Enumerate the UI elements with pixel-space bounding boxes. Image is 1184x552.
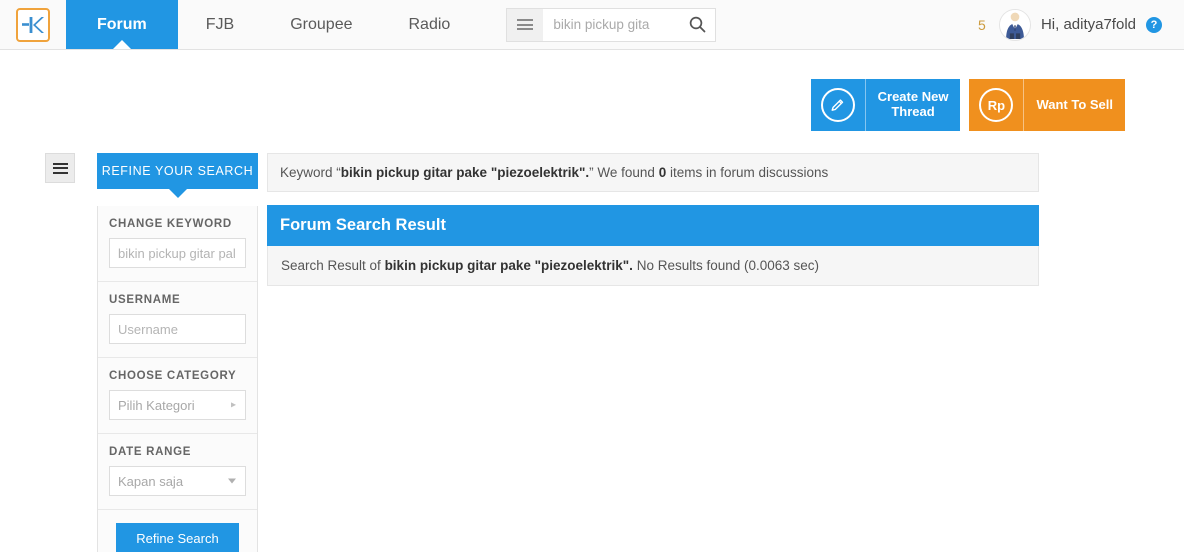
avatar[interactable]	[998, 8, 1031, 41]
chevron-right-icon: ▸	[230, 399, 236, 411]
notification-badge[interactable]: 5	[977, 17, 989, 33]
chevron-down-icon	[228, 478, 236, 484]
avatar-image	[999, 9, 1030, 39]
search-input-wrap	[543, 8, 680, 41]
nav-tab-radio[interactable]: Radio	[381, 0, 479, 49]
forum-search-result-title: Forum Search Result	[267, 205, 1039, 246]
nav-tab-forum[interactable]: Forum	[66, 0, 178, 49]
top-navigation-bar: Forum FJB Groupee Radio 5	[0, 0, 1184, 50]
search-submit-button[interactable]	[679, 8, 716, 41]
refine-search-sidebar: REFINE YOUR SEARCH CHANGE KEYWORD USERNA…	[97, 153, 258, 552]
keyword-middle: ” We found	[589, 165, 659, 180]
refine-search-header[interactable]: REFINE YOUR SEARCH	[97, 153, 258, 189]
filter-group-date-range: DATE RANGE Kapan saja	[98, 434, 257, 510]
user-greeting[interactable]: Hi, aditya7fold	[1041, 16, 1136, 33]
action-button-row: Create New Thread Rp Want To Sell	[0, 50, 1184, 131]
result-suffix: No Results found (0.0063 sec)	[632, 258, 820, 273]
search-input[interactable]	[551, 16, 672, 33]
keyword-term: bikin pickup gitar pake "piezoelektrik".	[340, 165, 590, 180]
nav-user-area: 5 Hi, aditya7fold ?	[977, 0, 1184, 49]
choose-category-label: CHOOSE CATEGORY	[109, 370, 237, 382]
nav-tab-groupee-label: Groupee	[290, 15, 353, 33]
refine-search-button[interactable]: Refine Search	[116, 523, 239, 552]
date-range-select[interactable]: Kapan saja	[109, 466, 246, 496]
filter-group-username: USERNAME	[98, 282, 257, 358]
refine-search-body: CHANGE KEYWORD USERNAME CHOOSE CATEGORY …	[97, 206, 258, 552]
nav-tab-forum-label: Forum	[97, 15, 147, 33]
keyword-summary-bar: Keyword “bikin pickup gitar pake "piezoe…	[267, 153, 1039, 192]
page-body: REFINE YOUR SEARCH CHANGE KEYWORD USERNA…	[0, 131, 1184, 552]
help-icon[interactable]: ?	[1146, 16, 1162, 33]
sidebar-toggle-button[interactable]	[45, 153, 75, 183]
want-to-sell-icon-wrap: Rp	[969, 79, 1023, 131]
create-new-thread-label: Create New Thread	[864, 79, 961, 131]
refine-search-footer: Refine Search	[98, 510, 257, 552]
want-to-sell-label: Want To Sell	[1023, 79, 1125, 131]
want-to-sell-button[interactable]: Rp Want To Sell	[969, 79, 1125, 131]
date-range-value: Kapan saja	[118, 473, 184, 489]
forum-search-result-body: Search Result of bikin pickup gitar pake…	[267, 246, 1039, 286]
choose-category-select[interactable]: Pilih Kategori ▸	[109, 390, 246, 420]
site-logo[interactable]	[0, 0, 66, 49]
username-input[interactable]	[109, 314, 246, 344]
filter-group-choose-category: CHOOSE CATEGORY Pilih Kategori ▸	[98, 358, 257, 434]
nav-tab-groupee[interactable]: Groupee	[262, 0, 380, 49]
forum-search-result-panel: Forum Search Result Search Result of bik…	[267, 205, 1039, 286]
change-keyword-input[interactable]	[109, 238, 246, 268]
create-new-thread-button[interactable]: Create New Thread	[810, 79, 961, 131]
pencil-icon	[820, 88, 855, 122]
kaskus-k-icon	[22, 16, 44, 33]
nav-tab-fjb-label: FJB	[205, 15, 235, 33]
nav-search-group	[506, 7, 717, 42]
filter-group-change-keyword: CHANGE KEYWORD	[98, 206, 257, 282]
search-menu-icon[interactable]	[507, 9, 543, 41]
logo-box	[16, 7, 50, 42]
create-thread-icon-wrap	[811, 79, 865, 131]
search-icon	[689, 16, 706, 33]
search-results-column: Keyword “bikin pickup gitar pake "piezoe…	[267, 153, 1039, 286]
change-keyword-label: CHANGE KEYWORD	[109, 218, 232, 230]
nav-tab-radio-label: Radio	[408, 15, 451, 33]
username-label: USERNAME	[109, 294, 181, 306]
rupiah-icon: Rp	[979, 88, 1014, 122]
keyword-prefix: Keyword “	[280, 165, 341, 180]
nav-tab-fjb[interactable]: FJB	[178, 0, 262, 49]
date-range-label: DATE RANGE	[109, 446, 192, 458]
keyword-suffix: items in forum discussions	[666, 165, 829, 180]
choose-category-value: Pilih Kategori	[118, 397, 195, 413]
result-prefix: Search Result of	[281, 258, 385, 273]
result-keyword: bikin pickup gitar pake "piezoelektrik".	[384, 258, 633, 273]
